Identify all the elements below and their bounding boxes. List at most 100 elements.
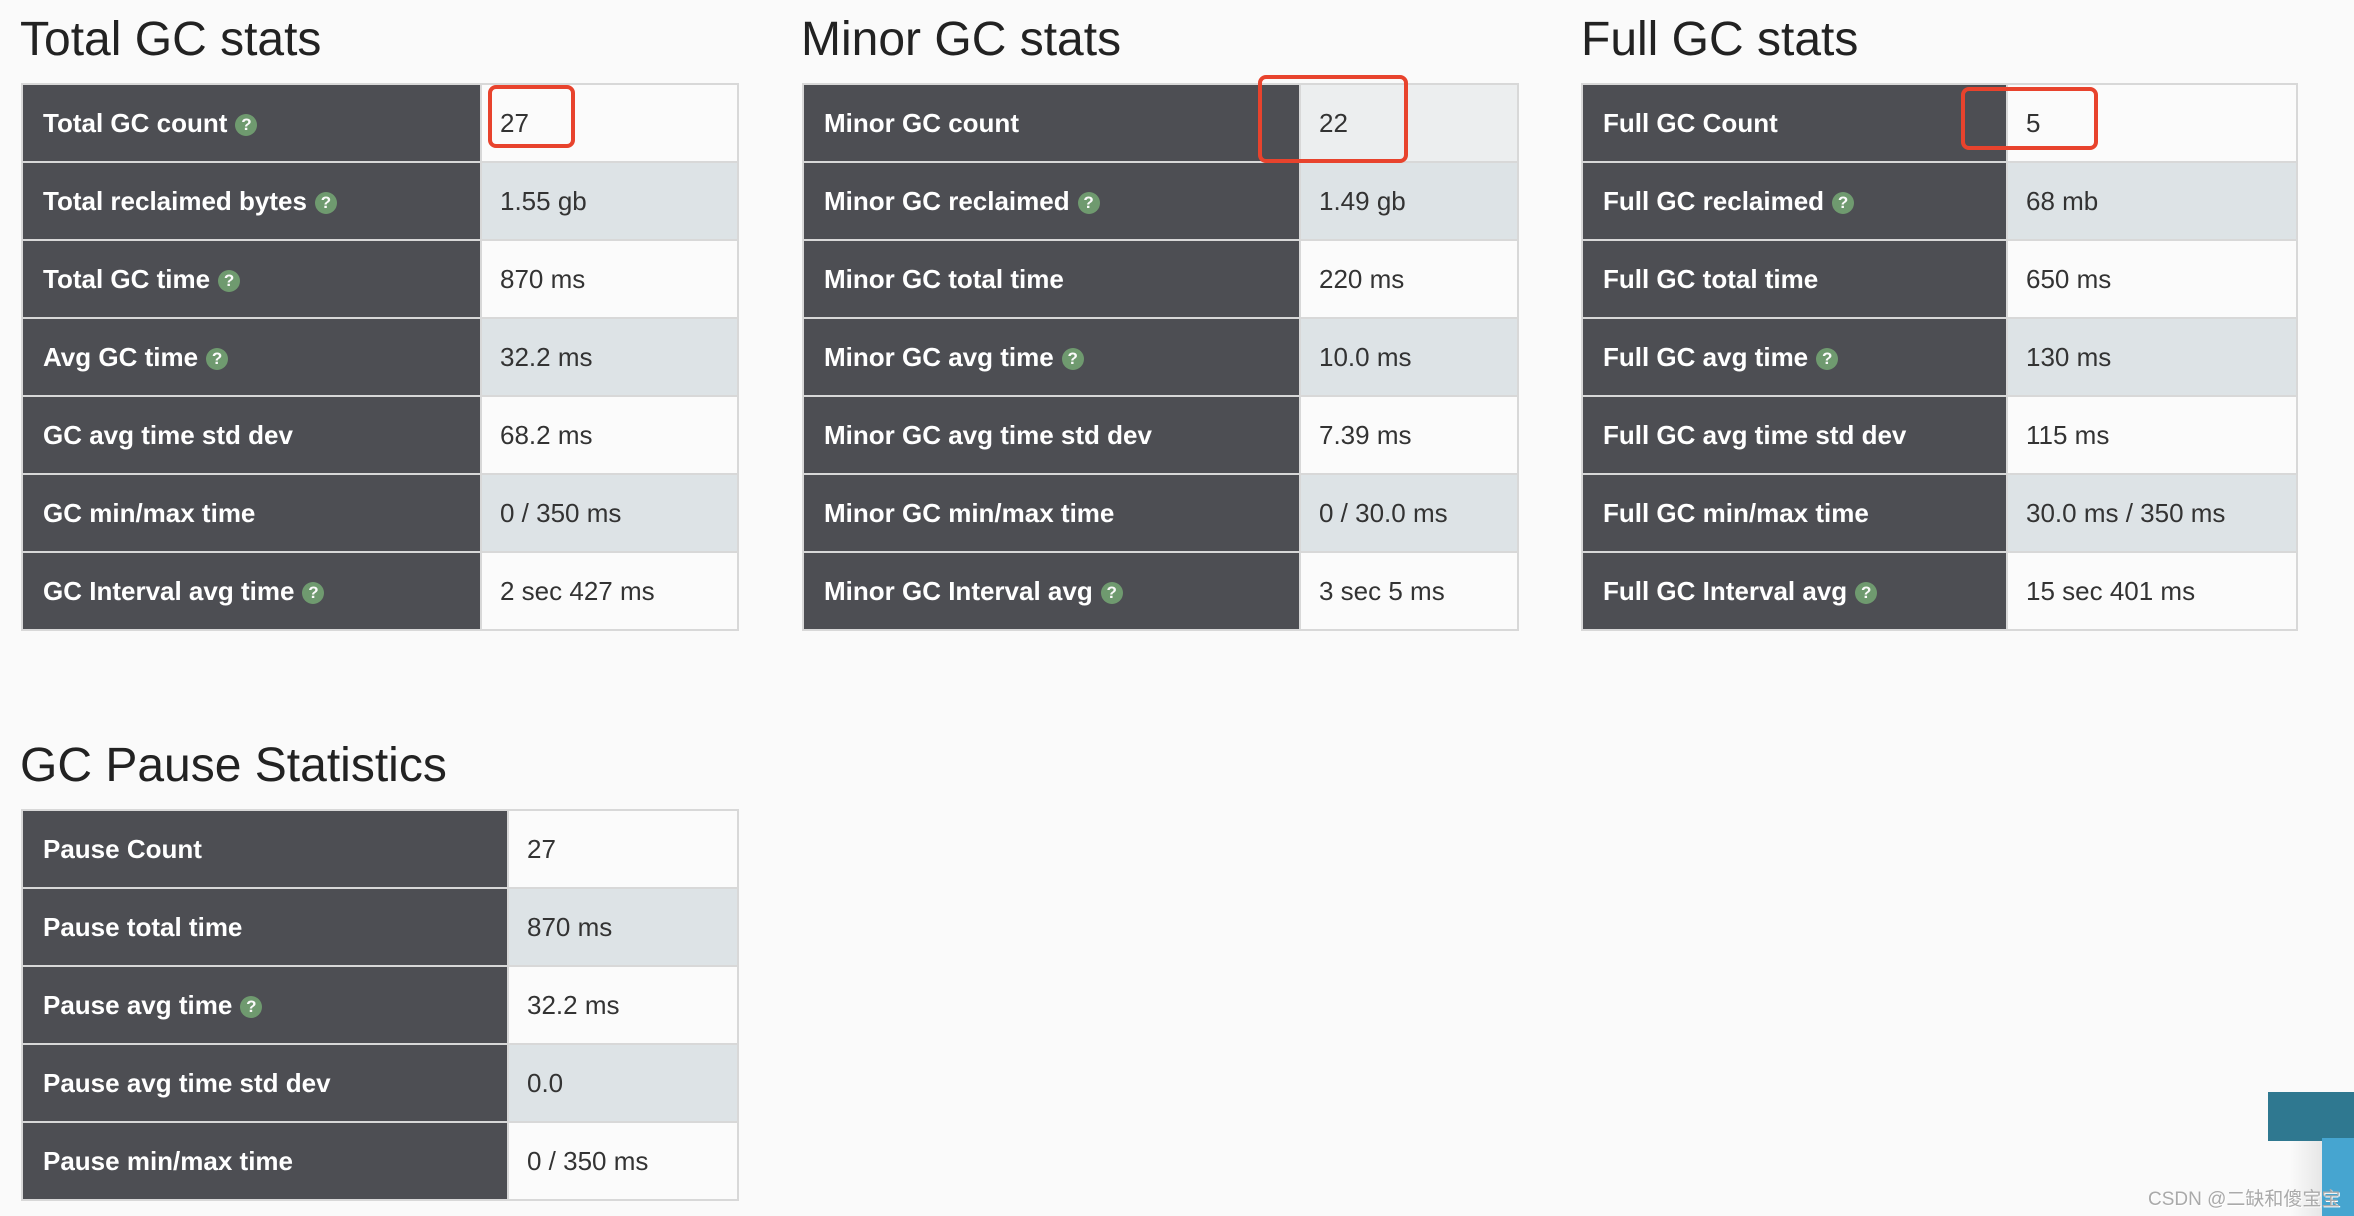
question-circle-icon[interactable]: ?	[1100, 581, 1123, 604]
stat-value: 0.0	[507, 1043, 739, 1123]
stat-label: Pause avg time?	[21, 965, 509, 1045]
watermark: CSDN @二缺和傻宝宝	[2148, 1189, 2341, 1210]
table-row: Total GC time? 870 ms	[21, 239, 739, 319]
stat-label: Full GC Interval avg?	[1581, 551, 2008, 631]
stat-label: GC min/max time	[21, 473, 482, 553]
stat-value: 68.2 ms	[480, 395, 739, 475]
question-circle-icon[interactable]: ?	[218, 269, 241, 292]
table-row: Minor GC count 22	[802, 83, 1519, 163]
total-gc-table: Total GC count? 27 Total reclaimed bytes? 1…	[21, 83, 739, 631]
stat-value: 870 ms	[480, 239, 739, 319]
stat-label-text: Minor GC total time	[824, 263, 1064, 294]
table-row: Minor GC total time 220 ms	[802, 239, 1519, 319]
question-circle-icon[interactable]: ?	[1077, 191, 1100, 214]
stat-label-text: Minor GC avg time	[824, 341, 1054, 372]
table-row: GC min/max time 0 / 350 ms	[21, 473, 739, 553]
question-circle-icon[interactable]: ?	[1832, 191, 1855, 214]
stat-value: 68 mb	[2006, 161, 2298, 241]
stat-label-text: Full GC Count	[1603, 107, 1778, 138]
annotation-box-total-count	[488, 85, 575, 148]
stat-label: Minor GC avg time std dev	[802, 395, 1301, 475]
table-row: Minor GC Interval avg? 3 sec 5 ms	[802, 551, 1519, 631]
table-row: Pause total time 870 ms	[21, 887, 739, 967]
stat-label-text: Full GC Interval avg	[1603, 575, 1848, 606]
table-row: Full GC reclaimed? 68 mb	[1581, 161, 2298, 241]
stat-value: 1.49 gb	[1299, 161, 1519, 241]
stat-value: 7.39 ms	[1299, 395, 1519, 475]
stat-value: 650 ms	[2006, 239, 2298, 319]
stat-label-text: Minor GC count	[824, 107, 1019, 138]
stat-label: Full GC min/max time	[1581, 473, 2008, 553]
table-row: Full GC avg time? 130 ms	[1581, 317, 2298, 397]
stat-label-text: Total GC count	[43, 107, 228, 138]
table-row: Pause Count 27	[21, 809, 739, 889]
stat-value: 0 / 350 ms	[480, 473, 739, 553]
stat-value: 0 / 350 ms	[507, 1121, 739, 1201]
table-row: Minor GC reclaimed? 1.49 gb	[802, 161, 1519, 241]
stat-value: 32.2 ms	[507, 965, 739, 1045]
stat-value: 30.0 ms / 350 ms	[2006, 473, 2298, 553]
table-row: Minor GC min/max time 0 / 30.0 ms	[802, 473, 1519, 553]
stat-value: 130 ms	[2006, 317, 2298, 397]
table-row: Full GC min/max time 30.0 ms / 350 ms	[1581, 473, 2298, 553]
stat-label: Full GC avg time std dev	[1581, 395, 2008, 475]
stat-label-text: GC avg time std dev	[43, 419, 293, 450]
question-circle-icon[interactable]: ?	[1061, 347, 1084, 370]
stat-label-text: Full GC min/max time	[1603, 497, 1869, 528]
stat-label-text: Avg GC time	[43, 341, 199, 372]
stat-label-text: Full GC avg time	[1603, 341, 1809, 372]
stat-label-text: Pause Count	[43, 833, 202, 864]
stat-label: Minor GC Interval avg?	[802, 551, 1301, 631]
stat-label-text: Full GC avg time std dev	[1603, 419, 1907, 450]
corner-widget-dark[interactable]	[2268, 1092, 2354, 1141]
minor-gc-title: Minor GC stats	[801, 13, 1122, 66]
stat-value: 32.2 ms	[480, 317, 739, 397]
stat-label-text: Full GC total time	[1603, 263, 1819, 294]
table-row: Pause avg time? 32.2 ms	[21, 965, 739, 1045]
stat-label-text: Full GC reclaimed	[1603, 185, 1825, 216]
table-row: Minor GC avg time std dev 7.39 ms	[802, 395, 1519, 475]
stat-value: 10.0 ms	[1299, 317, 1519, 397]
stat-label: Minor GC min/max time	[802, 473, 1301, 553]
stat-label: Avg GC time?	[21, 317, 482, 397]
stat-value: 15 sec 401 ms	[2006, 551, 2298, 631]
stat-value: 220 ms	[1299, 239, 1519, 319]
stat-label: Full GC Count	[1581, 83, 2008, 163]
stat-label: Total reclaimed bytes?	[21, 161, 482, 241]
annotation-box-minor-count	[1258, 75, 1408, 163]
table-row: Pause min/max time 0 / 350 ms	[21, 1121, 739, 1201]
stat-value: 870 ms	[507, 887, 739, 967]
stat-value: 2 sec 427 ms	[480, 551, 739, 631]
stat-label-text: Total GC time	[43, 263, 211, 294]
stat-label: Full GC total time	[1581, 239, 2008, 319]
table-row: Full GC total time 650 ms	[1581, 239, 2298, 319]
stat-label-text: GC min/max time	[43, 497, 256, 528]
stat-label: Total GC time?	[21, 239, 482, 319]
table-row: Total GC count? 27	[21, 83, 739, 163]
stat-label: Total GC count?	[21, 83, 482, 163]
question-circle-icon[interactable]: ?	[235, 113, 258, 136]
stat-label: GC Interval avg time?	[21, 551, 482, 631]
stat-label-text: Minor GC min/max time	[824, 497, 1115, 528]
stat-value: 115 ms	[2006, 395, 2298, 475]
total-gc-title: Total GC stats	[20, 13, 322, 66]
minor-gc-table: Minor GC count 22 Minor GC reclaimed? 1.49 …	[802, 83, 1519, 631]
question-circle-icon[interactable]: ?	[1816, 347, 1839, 370]
stat-label-text: Minor GC reclaimed	[824, 185, 1070, 216]
gc-pause-title: GC Pause Statistics	[20, 739, 447, 792]
question-circle-icon[interactable]: ?	[314, 191, 337, 214]
stat-value: 3 sec 5 ms	[1299, 551, 1519, 631]
stat-label-text: Minor GC Interval avg	[824, 575, 1093, 606]
stat-label: Minor GC avg time?	[802, 317, 1301, 397]
question-circle-icon[interactable]: ?	[206, 347, 229, 370]
table-row: GC Interval avg time? 2 sec 427 ms	[21, 551, 739, 631]
question-circle-icon[interactable]: ?	[240, 995, 263, 1018]
stat-label: Minor GC total time	[802, 239, 1301, 319]
annotation-box-full-count	[1961, 87, 2098, 150]
question-circle-icon[interactable]: ?	[302, 581, 325, 604]
table-row: Minor GC avg time? 10.0 ms	[802, 317, 1519, 397]
stat-label: Minor GC count	[802, 83, 1301, 163]
stat-label: Minor GC reclaimed?	[802, 161, 1301, 241]
table-row: Pause avg time std dev 0.0	[21, 1043, 739, 1123]
question-circle-icon[interactable]: ?	[1855, 581, 1878, 604]
